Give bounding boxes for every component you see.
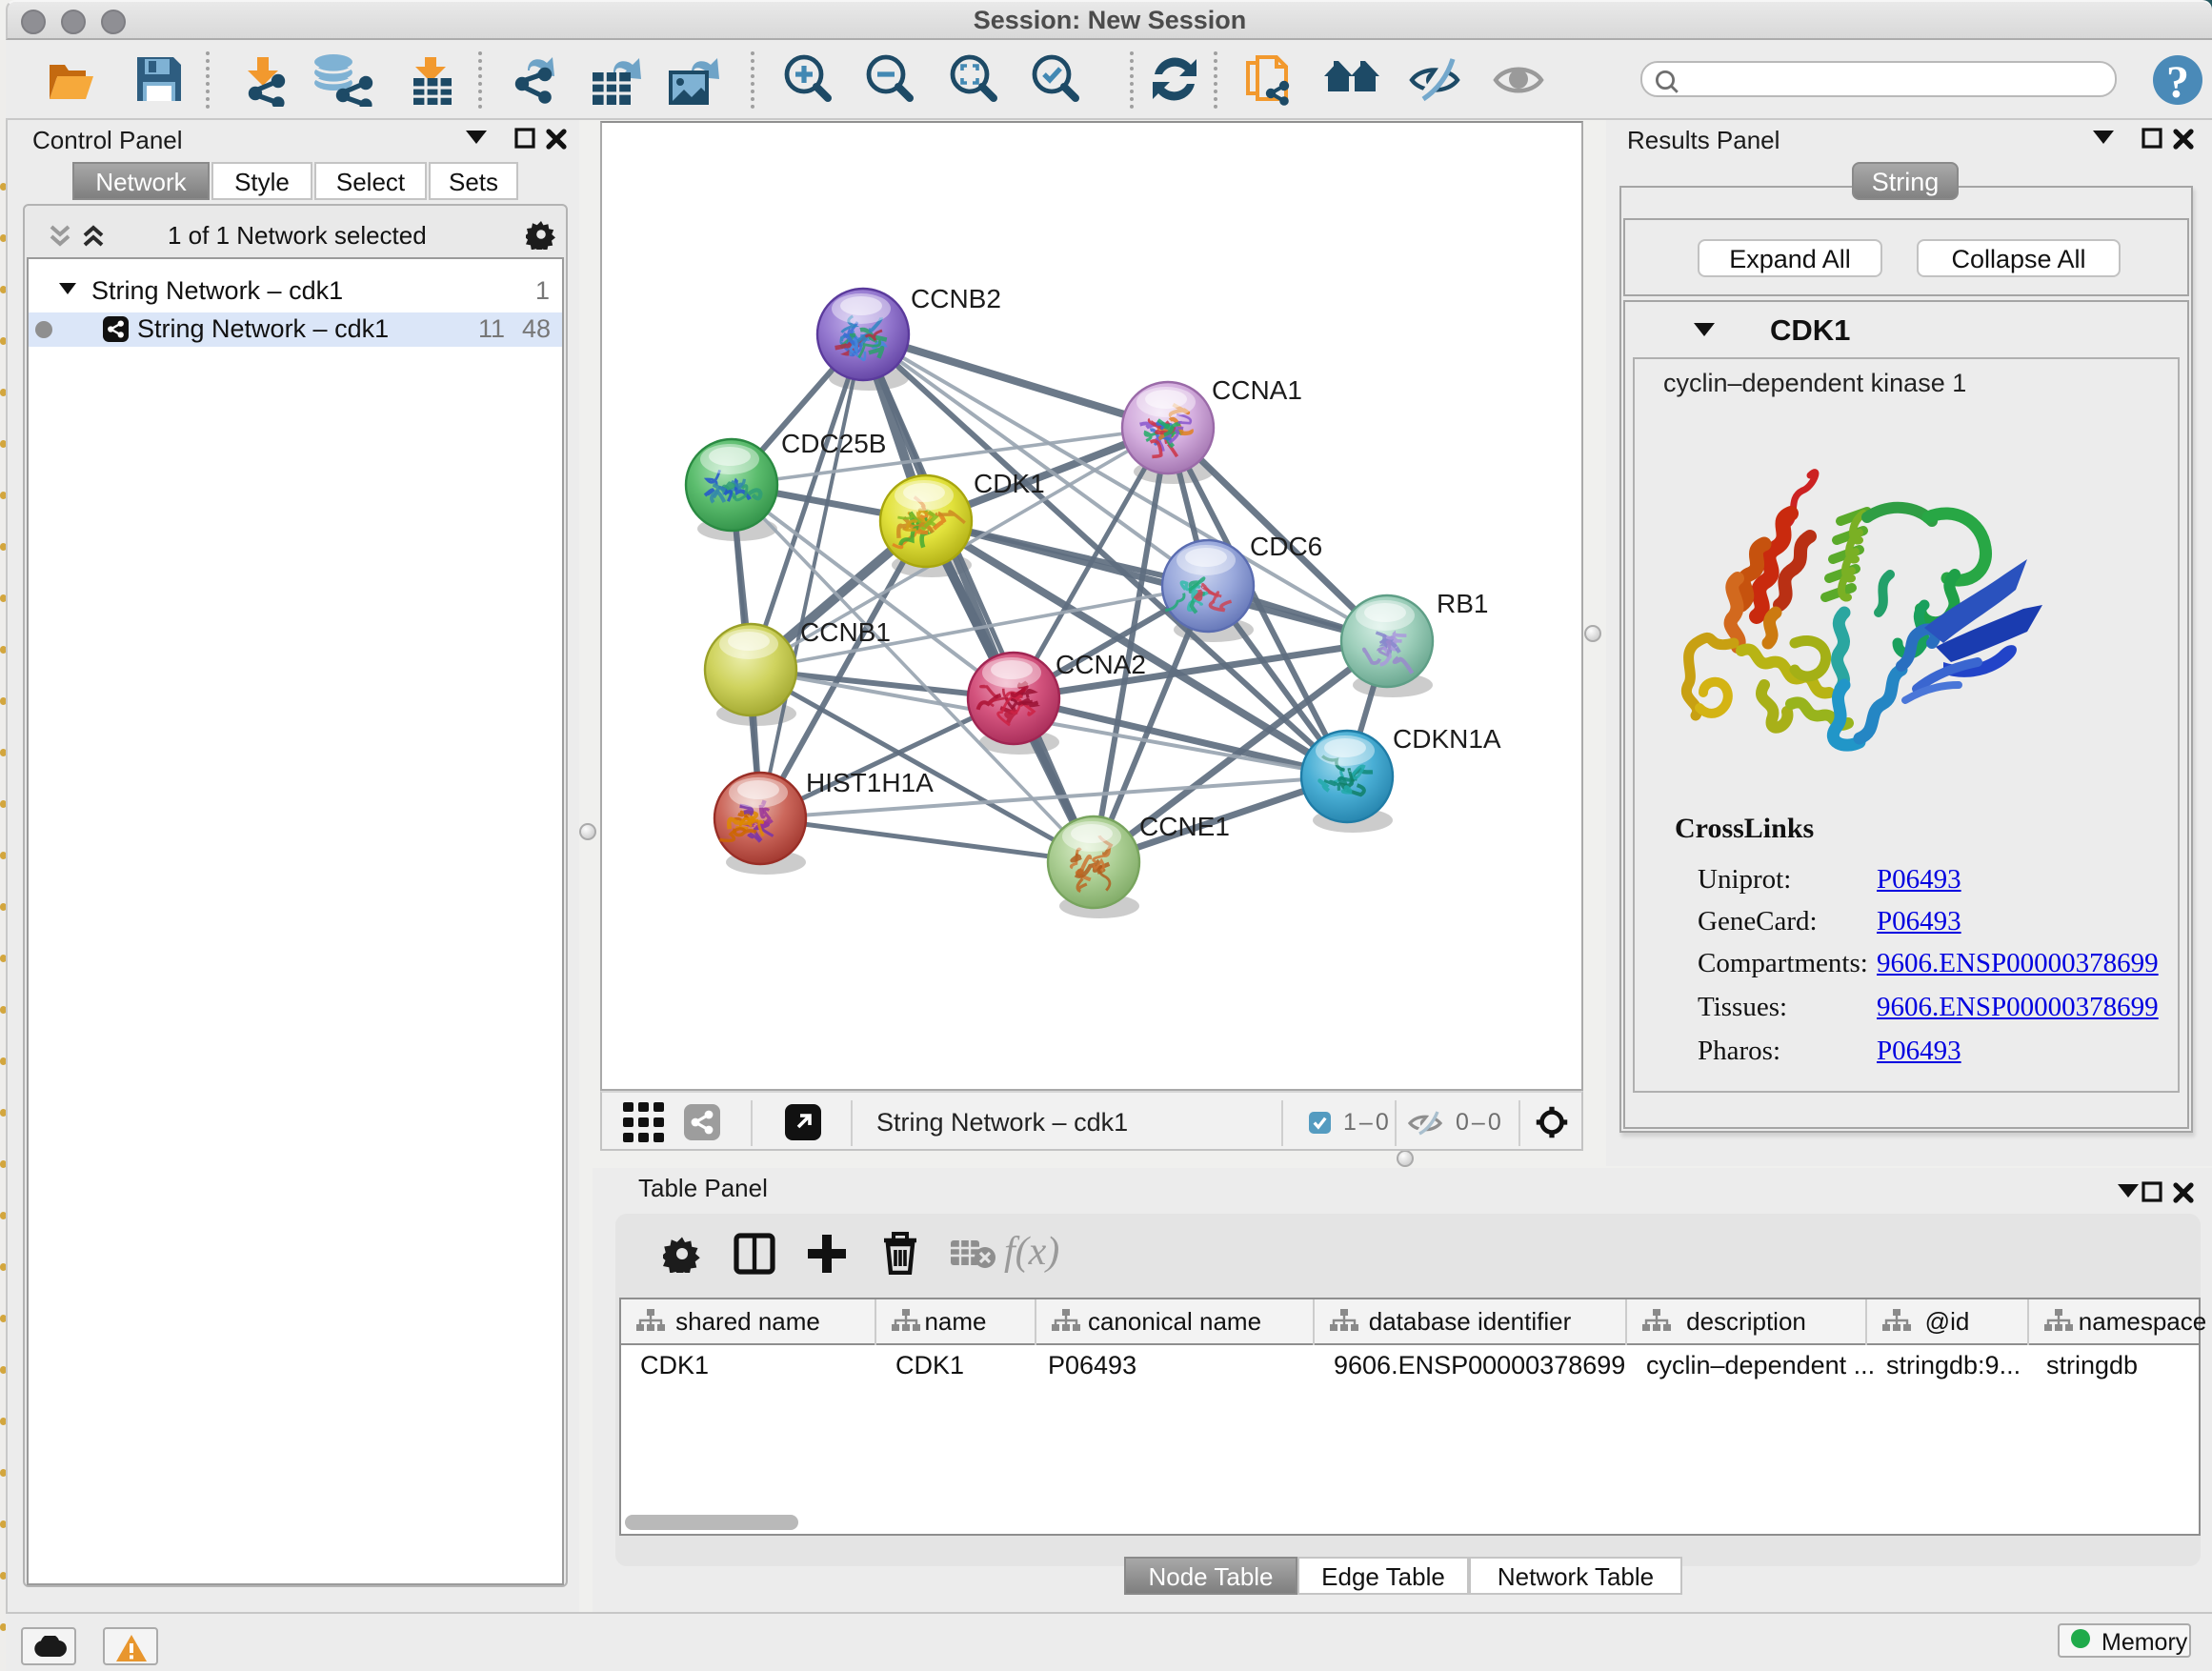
svg-text:RB1: RB1 bbox=[1437, 589, 1488, 618]
svg-text:CCNE1: CCNE1 bbox=[1139, 812, 1230, 841]
svg-text:?: ? bbox=[2166, 57, 2189, 107]
svg-text:CDC25B: CDC25B bbox=[781, 429, 886, 458]
svg-text:CCNA1: CCNA1 bbox=[1212, 375, 1302, 405]
svg-text:CDC6: CDC6 bbox=[1250, 532, 1322, 561]
svg-text:CDK1: CDK1 bbox=[974, 469, 1045, 498]
svg-text:CCNB2: CCNB2 bbox=[911, 284, 1001, 313]
svg-text:HIST1H1A: HIST1H1A bbox=[806, 768, 934, 797]
svg-text:CCNA2: CCNA2 bbox=[1056, 650, 1146, 679]
svg-text:CDKN1A: CDKN1A bbox=[1393, 724, 1501, 754]
svg-text:CCNB1: CCNB1 bbox=[800, 617, 891, 647]
